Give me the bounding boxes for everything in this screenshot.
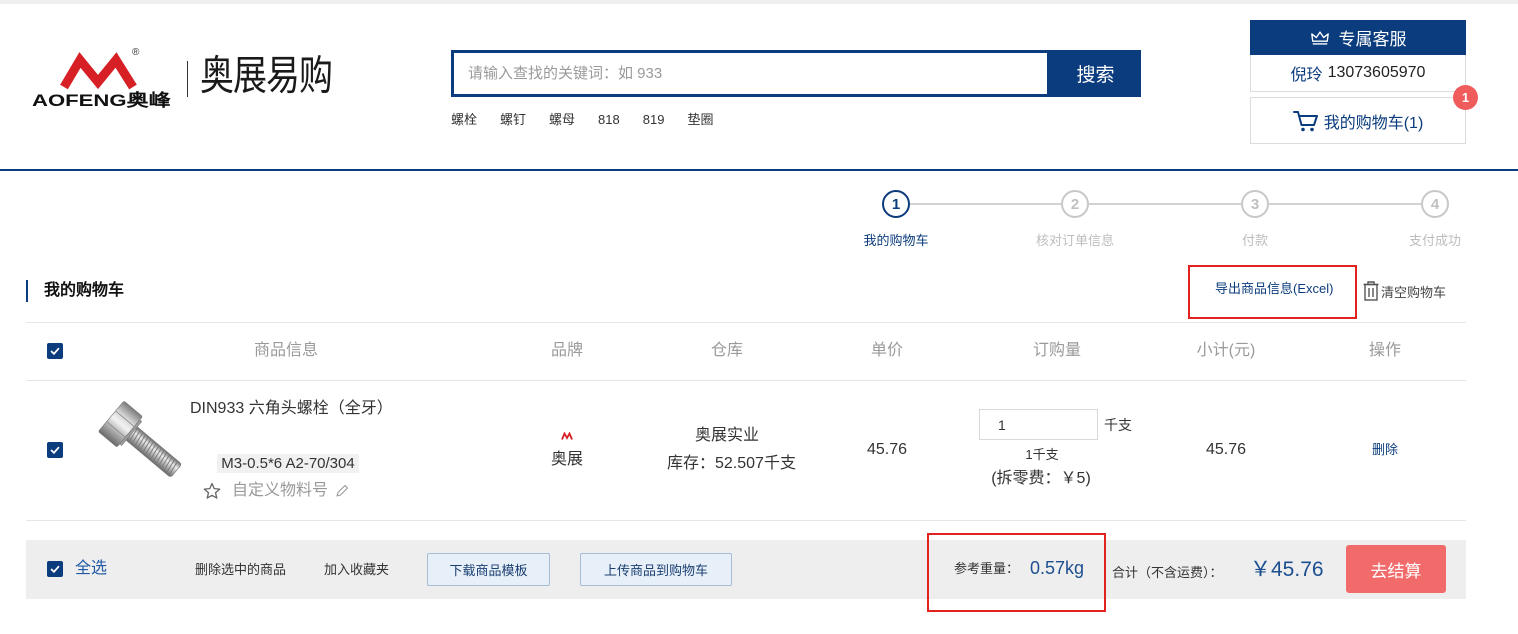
service-contact: 倪玲 13073605970: [1250, 55, 1466, 92]
table-top-border: [26, 322, 1466, 323]
site-logo[interactable]: ® AOFENG奥峰: [28, 46, 178, 114]
step-1-number: 1: [882, 190, 910, 218]
product-spec-wrap: M3-0.5*6 A2-70/304: [188, 454, 388, 474]
product-brand: 奥展: [550, 451, 583, 468]
cart-count-badge: 1: [1453, 85, 1478, 110]
cart-icon: [1292, 110, 1318, 131]
header-divider: [0, 169, 1518, 171]
step-3-label: 付款: [1241, 233, 1268, 248]
column-header-product: 商品信息: [253, 342, 318, 359]
custom-material-code[interactable]: 自定义物料号: [203, 481, 349, 501]
select-all-checkbox[interactable]: [47, 561, 63, 577]
delete-item-link[interactable]: 删除: [1325, 440, 1445, 460]
step-connector: [1089, 203, 1241, 205]
section-title: 我的购物车: [44, 282, 125, 299]
service-contact-phone: 13073605970: [1327, 64, 1426, 81]
step-3-number: 3: [1241, 190, 1269, 218]
top-strip: [0, 0, 1518, 4]
step-connector: [1269, 203, 1421, 205]
my-cart-label: 我的购物车(1): [1323, 114, 1424, 132]
clear-cart-button[interactable]: 清空购物车: [1362, 279, 1446, 303]
aofeng-logo-mark: [60, 52, 137, 90]
product-spec: M3-0.5*6 A2-70/304: [217, 454, 359, 473]
select-all-label[interactable]: 全选: [75, 559, 107, 579]
aozhan-brand-logo: [561, 432, 573, 440]
quantity-note: 1千支: [1025, 447, 1059, 462]
search-bar: 搜索: [451, 50, 1141, 97]
step-4-number: 4: [1421, 190, 1449, 218]
row-select-checkbox[interactable]: [47, 442, 63, 458]
column-header-warehouse: 仓库: [710, 342, 743, 359]
upload-to-cart-button[interactable]: 上传商品到购物车: [580, 553, 732, 586]
total-label: 合计（不含运费）：: [1112, 565, 1223, 580]
table-header-border: [26, 380, 1466, 381]
service-title: 专属客服: [1338, 30, 1407, 49]
check-icon: [50, 347, 60, 356]
column-header-unit-price: 单价: [870, 342, 903, 359]
hot-keyword-1[interactable]: 螺栓: [451, 111, 477, 129]
total-value: ￥45.76: [1250, 558, 1324, 581]
quantity-input[interactable]: [979, 409, 1098, 440]
search-button[interactable]: 搜索: [1050, 50, 1141, 97]
check-icon: [50, 565, 60, 574]
search-input[interactable]: [451, 50, 1050, 97]
site-name: 奥展易购: [200, 53, 333, 100]
logo-divider: [187, 61, 188, 97]
step-2-label: 核对订单信息: [1035, 233, 1114, 248]
product-stock: 库存：52.507千支: [667, 455, 796, 472]
product-unit-price: 45.76: [866, 441, 908, 458]
logo-text: AOFENG奥峰: [32, 91, 171, 110]
column-header-quantity: 订购量: [1032, 342, 1081, 359]
step-4-label: 支付成功: [1408, 233, 1461, 248]
cart-summary-bar: 全选 删除选中的商品 加入收藏夹 下载商品模板 上传商品到购物车 参考重量： 0…: [26, 540, 1466, 599]
column-header-subtotal: 小计(元): [1196, 342, 1256, 359]
download-template-button[interactable]: 下载商品模板: [427, 553, 550, 586]
product-subtotal: 45.76: [1205, 441, 1247, 458]
star-icon: [203, 482, 221, 499]
checkout-button[interactable]: 去结算: [1346, 545, 1446, 593]
section-title-accent: [26, 280, 28, 302]
my-cart-button[interactable]: 我的购物车(1): [1250, 97, 1466, 144]
header-select-checkbox[interactable]: [47, 343, 63, 359]
delete-selected-link[interactable]: 删除选中的商品: [195, 560, 286, 580]
hot-keyword-6[interactable]: 垫圈: [687, 111, 713, 129]
exclusive-service-header[interactable]: 专属客服: [1250, 20, 1466, 55]
product-name[interactable]: DIN933 六角头螺栓（全牙）: [190, 394, 393, 423]
column-header-action: 操作: [1368, 342, 1401, 359]
hot-keyword-2[interactable]: 螺钉: [500, 111, 526, 129]
column-header-brand: 品牌: [550, 342, 583, 359]
split-fee-note: (拆零费：￥5): [991, 470, 1091, 487]
hex-bolt-image[interactable]: [91, 389, 195, 497]
add-to-favorites-link[interactable]: 加入收藏夹: [324, 560, 389, 580]
crown-icon: [1310, 30, 1329, 45]
hot-keyword-4[interactable]: 818: [598, 111, 620, 129]
quantity-unit: 千支: [1104, 417, 1132, 433]
trash-icon: [1363, 281, 1379, 301]
step-2-number: 2: [1061, 190, 1089, 218]
clear-cart-label: 清空购物车: [1381, 285, 1447, 300]
step-connector: [910, 203, 1061, 205]
pencil-icon: [336, 484, 349, 497]
hot-keywords: 螺栓 螺钉 螺母 818 819 垫圈: [451, 111, 713, 129]
hot-keyword-3[interactable]: 螺母: [549, 111, 575, 129]
logo-registered-mark: ®: [132, 47, 140, 58]
product-warehouse: 奥展实业: [694, 427, 759, 444]
service-contact-name: 倪玲: [1290, 67, 1323, 84]
step-1-label: 我的购物车: [863, 233, 929, 248]
check-icon: [50, 446, 60, 455]
cart-page: ® AOFENG奥峰 奥展易购 搜索 螺栓 螺钉 螺母 818 819 垫圈 专…: [0, 0, 1518, 634]
annotation-box-export: [1188, 265, 1357, 319]
hot-keyword-5[interactable]: 819: [643, 111, 665, 129]
table-bottom-border: [26, 520, 1466, 521]
custom-material-code-label: 自定义物料号: [232, 482, 329, 499]
annotation-box-weight: [927, 533, 1106, 612]
